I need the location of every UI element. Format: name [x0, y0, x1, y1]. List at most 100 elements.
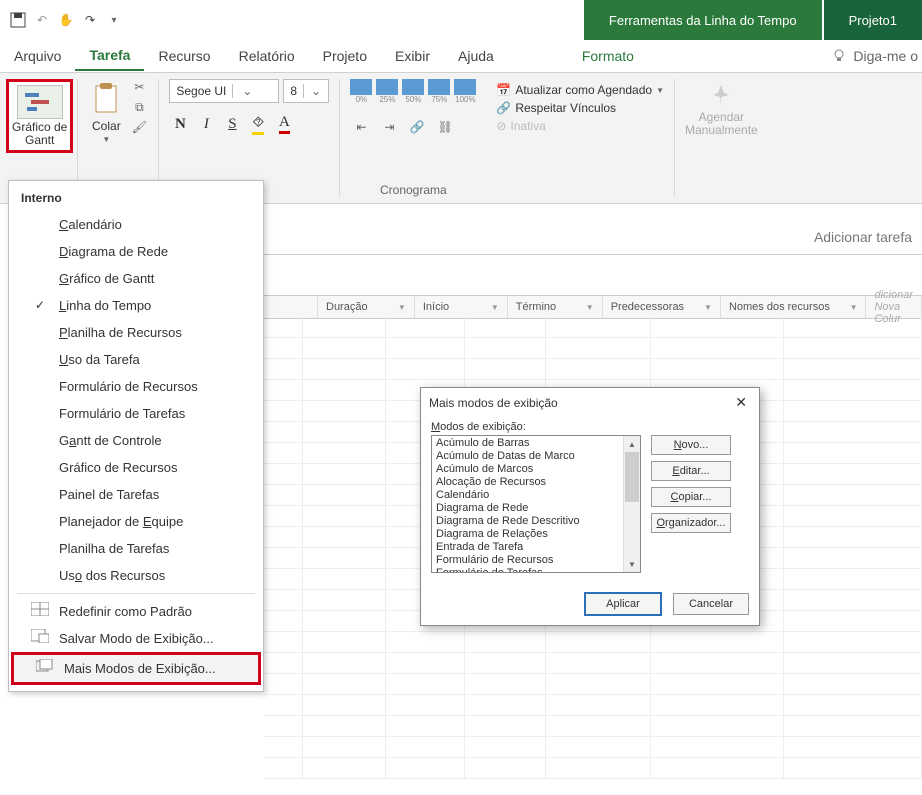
apply-button[interactable]: Aplicar [585, 593, 661, 615]
tell-me-search[interactable]: Diga-me o [831, 48, 922, 64]
view-item[interactable]: Planejador de Equipe [9, 508, 263, 535]
scroll-thumb[interactable] [625, 452, 639, 502]
views-listbox[interactable]: Acúmulo de BarrasAcúmulo de Datas de Mar… [431, 435, 641, 573]
column-termino[interactable]: Término▼ [508, 296, 603, 318]
paste-label: Colar [92, 119, 121, 133]
tab-projeto[interactable]: Projeto [309, 42, 381, 70]
list-item[interactable]: Acúmulo de Barras [434, 437, 638, 450]
list-item[interactable]: Calendário [434, 489, 638, 502]
column-predecessoras[interactable]: Predecessoras▼ [603, 296, 721, 318]
tab-relatorio[interactable]: Relatório [225, 42, 309, 70]
chevron-down-icon: ⌄ [303, 84, 328, 98]
outdent-icon[interactable]: ⇤ [350, 116, 372, 138]
list-item[interactable]: Entrada de Tarefa [434, 541, 638, 554]
view-item[interactable]: Gantt de Controle [9, 427, 263, 454]
paste-button[interactable]: Colar ▼ [88, 79, 124, 146]
update-scheduled-button[interactable]: 📅Atualizar como Agendado▼ [496, 83, 664, 97]
view-item[interactable]: Formulário de Recursos [9, 373, 263, 400]
save-view-item[interactable]: Salvar Modo de Exibição... [9, 625, 263, 652]
chevron-down-icon: ▼ [656, 86, 664, 95]
new-button[interactable]: Novo... [651, 435, 731, 455]
tab-formato[interactable]: Formato [568, 42, 648, 70]
copy-icon[interactable]: ⧉ [130, 99, 148, 115]
font-color-button[interactable]: A [273, 113, 295, 135]
copy-button[interactable]: Copiar... [651, 487, 731, 507]
undo-task-icon[interactable]: ↶ [34, 12, 50, 28]
tab-exibir[interactable]: Exibir [381, 42, 444, 70]
list-item[interactable]: Diagrama de Rede [434, 502, 638, 515]
qat-custom-icon[interactable]: ▾ [106, 12, 122, 28]
list-item[interactable]: Diagrama de Rede Descritivo [434, 515, 638, 528]
more-views-dialog: Mais modos de exibição ✕ Modos de exibiç… [420, 387, 760, 626]
fill-color-button[interactable]: ⯑ [247, 113, 269, 135]
cut-icon[interactable]: ✂ [130, 79, 148, 95]
view-item[interactable]: Planilha de Recursos [9, 319, 263, 346]
column-indicator[interactable] [264, 296, 318, 318]
timeline-strip[interactable]: Adicionar tarefa [264, 220, 922, 255]
tab-tarefa[interactable]: Tarefa [75, 41, 144, 71]
respect-links-button[interactable]: 🔗Respeitar Vínculos [496, 101, 616, 115]
gantt-chart-dropdown[interactable]: Gráfico de Gantt [6, 79, 73, 153]
column-inicio[interactable]: Início▼ [415, 296, 508, 318]
inactive-icon: ⊘ [496, 119, 506, 133]
view-item[interactable]: Diagrama de Rede [9, 238, 263, 265]
save-view-icon [31, 629, 49, 645]
progress-25-button[interactable] [376, 79, 398, 95]
tab-ajuda[interactable]: Ajuda [444, 42, 508, 70]
dialog-title: Mais modos de exibição [429, 396, 558, 410]
inactive-button[interactable]: ⊘Inativa [496, 119, 545, 133]
progress-0-button[interactable] [350, 79, 372, 95]
column-duracao[interactable]: Duração▼ [318, 296, 415, 318]
link-icon[interactable]: 🔗 [406, 116, 428, 138]
view-item[interactable]: Uso da Tarefa [9, 346, 263, 373]
calendar-check-icon: 📅 [496, 83, 511, 97]
view-item[interactable]: Uso dos Recursos [9, 562, 263, 589]
unlink-icon[interactable]: ⛓ [434, 116, 456, 138]
lightbulb-icon [831, 48, 847, 64]
list-item[interactable]: Formulário de Tarefas [434, 567, 638, 573]
list-item[interactable]: Alocação de Recursos [434, 476, 638, 489]
reset-default-item[interactable]: Redefinir como Padrão [9, 598, 263, 625]
touch-icon[interactable]: ✋ [58, 12, 74, 28]
tab-arquivo[interactable]: Arquivo [0, 42, 75, 70]
cancel-button[interactable]: Cancelar [673, 593, 749, 615]
italic-button[interactable]: I [195, 113, 217, 135]
view-item[interactable]: Planilha de Tarefas [9, 535, 263, 562]
view-item[interactable]: ✓Linha do Tempo [9, 292, 263, 319]
column-recursos[interactable]: Nomes dos recursos▼ [721, 296, 867, 318]
underline-button[interactable]: S [221, 113, 243, 135]
view-item[interactable]: Gráfico de Gantt [9, 265, 263, 292]
scroll-up-icon[interactable]: ▲ [624, 436, 640, 452]
redo-icon[interactable]: ↷ [82, 12, 98, 28]
list-item[interactable]: Diagrama de Relações [434, 528, 638, 541]
progress-50-button[interactable] [402, 79, 424, 95]
view-item[interactable]: Painel de Tarefas [9, 481, 263, 508]
manual-schedule-label: Agendar Manualmente [685, 111, 758, 137]
format-painter-icon[interactable]: 🖌 [130, 119, 148, 135]
progress-100-button[interactable] [454, 79, 476, 95]
column-add-new[interactable]: dicionar Nova Colur [866, 296, 922, 318]
scrollbar[interactable]: ▲ ▼ [623, 436, 640, 572]
close-button[interactable]: ✕ [731, 394, 751, 411]
chevron-down-icon: ⌄ [232, 84, 261, 98]
save-icon[interactable] [10, 12, 26, 28]
list-item[interactable]: Acúmulo de Datas de Marco [434, 450, 638, 463]
font-name-combo[interactable]: Segoe UI⌄ [169, 79, 279, 103]
list-item[interactable]: Formulário de Recursos [434, 554, 638, 567]
view-item[interactable]: Gráfico de Recursos [9, 454, 263, 481]
more-views-item[interactable]: Mais Modos de Exibição... [14, 655, 258, 682]
indent-icon[interactable]: ⇥ [378, 116, 400, 138]
progress-75-button[interactable] [428, 79, 450, 95]
pin-icon [705, 79, 737, 111]
tab-recurso[interactable]: Recurso [144, 42, 224, 70]
bold-button[interactable]: N [169, 113, 191, 135]
scroll-down-icon[interactable]: ▼ [624, 556, 640, 572]
edit-button[interactable]: Editar... [651, 461, 731, 481]
view-item[interactable]: Formulário de Tarefas [9, 400, 263, 427]
list-item[interactable]: Acúmulo de Marcos [434, 463, 638, 476]
view-item[interactable]: Calendário [9, 211, 263, 238]
organizer-button[interactable]: Organizador... [651, 513, 731, 533]
grid-icon [31, 602, 49, 618]
font-size-combo[interactable]: 8⌄ [283, 79, 329, 103]
manual-schedule-button[interactable]: Agendar Manualmente [685, 79, 758, 137]
